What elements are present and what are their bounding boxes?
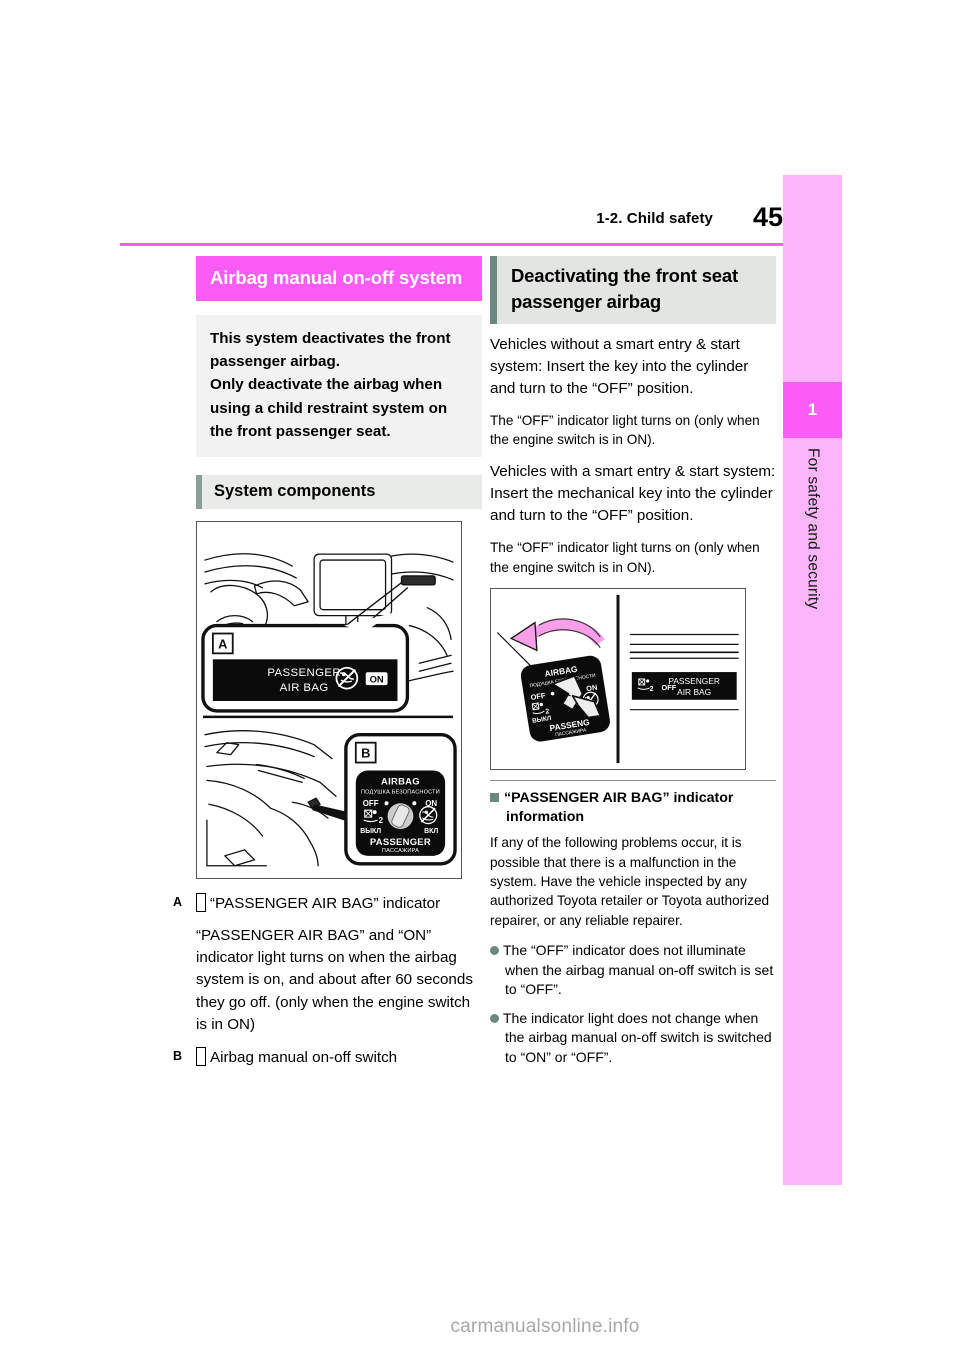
info-subheading: “PASSENGER AIR BAG” indicator informatio… (490, 789, 776, 828)
switch-passenger-label-ru: ПАССАЖИРА (382, 848, 419, 854)
info-bullet-2-text: The indicator light does not change when… (503, 1009, 772, 1065)
square-bullet-icon (490, 792, 499, 802)
right-paragraph-4: The “OFF” indicator light turns on (only… (490, 540, 760, 575)
svg-text:2: 2 (650, 686, 654, 693)
info-bullet-1: The “OFF” indicator does not illuminate … (490, 941, 776, 1000)
right-column: Deactivating the front seat passenger ai… (490, 256, 776, 1077)
callout-a-line: A “PASSENGER AIR BAG” indicator (173, 892, 482, 915)
callout-a-letter-box: A (173, 892, 206, 913)
figure-indicator-line1: PASSENGER (267, 667, 341, 679)
sidebar-chapter-title: For safety and security (783, 448, 842, 788)
info-bullet-2: The indicator light does not change when… (490, 1009, 776, 1068)
header-chapter-label: 1-2. Child safety (596, 210, 713, 227)
left-column: Airbag manual on-off system This system … (173, 256, 482, 1079)
switch-off-label: OFF (363, 799, 379, 808)
figure-system-components: A PASSENGER AIR BAG ON B AIRBAG ПОДУШКА … (196, 520, 462, 879)
figure-indicator-on-badge: ON (370, 673, 384, 684)
sidebar-chapter-number: 1 (807, 400, 818, 419)
figure-callout-b-letter: B (361, 745, 370, 760)
switch-off-label-ru: ВЫКЛ (360, 828, 381, 835)
switch-title-ru: ПОДУШКА БЕЗОПАСНОСТИ (361, 789, 440, 795)
switch-title: AIRBAG (381, 775, 420, 786)
subsection-heading-system-components: System components (196, 474, 482, 509)
lead-emphasis-text: This system deactivates the front passen… (210, 330, 451, 440)
section-heading-airbag-manual-on-off-system: Airbag manual on-off system (196, 256, 482, 302)
dot-bullet-icon (490, 945, 499, 955)
lead-emphasis-box: This system deactivates the front passen… (196, 315, 482, 457)
switch-passenger-label: PASSENGER (370, 836, 431, 847)
sidebar-chapter-tab: 1 (783, 382, 842, 438)
site-watermark-text: carmanualsonline.info (450, 1316, 640, 1337)
site-watermark: carmanualsonline.info (0, 1316, 960, 1338)
callout-a-text: “PASSENGER AIR BAG” indicator (210, 894, 441, 912)
divider-rule (490, 779, 776, 781)
page-header: 1-2. Child safety 45 (120, 202, 783, 240)
svg-text:2: 2 (379, 816, 384, 825)
callout-a-body-paragraph: “PASSENGER AIR BAG” and “ON” indicator l… (196, 927, 473, 1033)
dot-bullet-icon (490, 1013, 499, 1023)
info-body-paragraph: If any of the following problems occur, … (490, 835, 770, 928)
rotate-arrow-icon (509, 618, 605, 652)
off-indicator-line2: AIR BAG (677, 687, 711, 697)
section-heading-deactivating-front-seat-passenger-airbag: Deactivating the front seat passenger ai… (490, 256, 776, 324)
figure-deactivating-airbag: AIRBAG ПОДУШКА БЕЗОПАСНОСТИ OFF ON 2 (490, 587, 746, 770)
right-paragraph-1: Vehicles without a smart entry & start s… (490, 335, 749, 397)
switch-on-label-ru: ВКЛ (424, 828, 438, 835)
page-number: 45 (752, 202, 783, 232)
callout-b-line: B Airbag manual on-off switch (173, 1046, 482, 1069)
figure-indicator-line2: AIR BAG (280, 682, 329, 694)
switch-on-label-right: ON (586, 682, 598, 693)
info-subheading-text: “PASSENGER AIR BAG” indicator informatio… (504, 789, 734, 826)
info-bullet-1-text: The “OFF” indicator does not illuminate … (503, 941, 774, 998)
right-paragraph-2: The “OFF” indicator light turns on (only… (490, 413, 760, 448)
off-indicator-line1: PASSENGER (668, 676, 720, 686)
header-divider-rule (120, 243, 783, 246)
sidebar-chapter-title-text: For safety and security (804, 448, 822, 610)
airbag-manual-switch-plate: AIRBAG ПОДУШКА БЕЗОПАСНОСТИ OFF ON 2 ВЫК… (355, 770, 446, 856)
right-paragraph-3: Vehicles with a smart entry & start syst… (490, 462, 776, 525)
callout-b-letter-box: B (173, 1046, 206, 1067)
figure-deactivating-airbag-svg: AIRBAG ПОДУШКА БЕЗОПАСНОСТИ OFF ON 2 (496, 594, 739, 763)
figure-callout-a-letter: A (218, 636, 227, 651)
figure-system-components-svg: A PASSENGER AIR BAG ON B AIRBAG ПОДУШКА … (201, 553, 457, 867)
callout-b-text: Airbag manual on-off switch (210, 1048, 398, 1066)
